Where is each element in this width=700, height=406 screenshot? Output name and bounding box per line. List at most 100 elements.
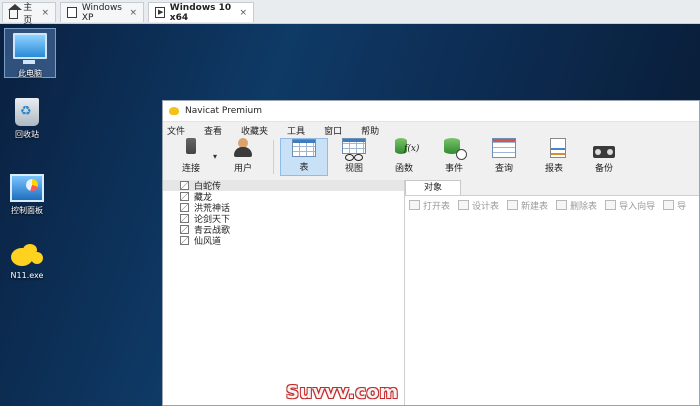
view-button[interactable]: 视图 [330,138,378,176]
recycle-bin-icon [15,98,39,126]
query-button[interactable]: 查询 [480,138,528,176]
desktop-icon-this-pc[interactable]: 此电脑 [4,28,56,78]
window-content: 白蛇传 藏龙 洪荒神话 论剑天下 青云战歌 仙风道 对象 打开表 设计表 新建表… [163,180,699,405]
import-wizard-button[interactable]: 导入向导 [605,199,655,212]
connection-icon [180,203,189,212]
export-wizard-label: 导 [677,201,687,212]
menu-file[interactable]: 文件 [163,124,192,137]
tab-home[interactable]: 主页 × [2,2,56,26]
connection-icon [180,192,189,201]
this-pc-icon [13,33,47,64]
table-icon [292,139,317,157]
connect-label: 连接 [181,164,200,174]
export-wizard-icon [663,200,675,210]
connection-icon [180,181,189,190]
menu-window[interactable]: 窗口 [320,124,349,137]
menu-favorites[interactable]: 收藏夹 [237,124,275,137]
open-table-button[interactable]: 打开表 [409,199,450,212]
report-button[interactable]: 报表 [530,138,578,176]
open-table-label: 打开表 [423,201,451,212]
desktop-icon-label: N11.exe [10,271,44,280]
tab-home-label: 主页 [23,2,33,26]
desktop-icon-control-panel[interactable]: 控制面板 [2,174,52,216]
user-label: 用户 [234,164,253,174]
function-button[interactable]: f(x) 函数 [380,138,428,176]
menu-view[interactable]: 查看 [200,124,229,137]
object-tabstrip: 对象 [405,180,699,196]
menu-bar: 文件 查看 收藏夹 工具 窗口 帮助 [163,122,699,138]
table-label: 表 [299,163,309,173]
window-title: Navicat Premium [185,106,262,116]
design-table-button[interactable]: 设计表 [458,199,499,212]
backup-button[interactable]: 备份 [580,138,628,176]
tab-windows-xp-label: Windows XP [81,2,122,23]
plug-icon [186,138,196,154]
desktop-icon-label: 此电脑 [18,69,42,78]
main-toolbar: 连接 ▾ 用户 表 视图 f(x) 函数 事件 查询 报表 备份 [163,138,699,181]
user-button[interactable]: 用户 [219,138,267,176]
function-label: 函数 [395,164,414,174]
object-toolbar: 打开表 设计表 新建表 删除表 导入向导 导 [405,196,699,214]
desktop-icon-label: 控制面板 [11,206,43,215]
event-icon [443,138,468,160]
menu-tools[interactable]: 工具 [283,124,312,137]
n11-app-icon [9,240,45,268]
function-icon: f(x) [393,138,419,158]
event-label: 事件 [445,164,464,174]
connect-icon-wrap [180,138,202,158]
query-icon [492,138,517,158]
desktop-icon-n11[interactable]: N11.exe [2,240,52,280]
tree-item-connection[interactable]: 仙风道 [163,235,404,247]
desktop-icon-recycle-bin[interactable]: 回收站 [2,98,52,140]
desktop-icon-label: 回收站 [15,130,39,139]
backup-icon [593,146,616,158]
connection-icon [180,225,189,234]
delete-table-button[interactable]: 删除表 [556,199,597,212]
close-icon[interactable]: × [41,8,49,18]
site-watermark: Suvvv.com [286,382,399,403]
vm-running-icon [155,7,165,18]
new-table-icon [507,200,519,210]
report-icon [550,138,567,158]
design-table-icon [458,200,470,210]
new-table-button[interactable]: 新建表 [507,199,548,212]
open-table-icon [409,200,420,210]
vm-icon [67,7,77,18]
connect-button[interactable]: 连接 [171,138,211,176]
table-button[interactable]: 表 [280,138,329,176]
home-icon [7,4,23,19]
object-pane: 对象 打开表 设计表 新建表 删除表 导入向导 导 [405,180,699,405]
toolbar-divider [273,140,275,174]
view-label: 视图 [345,164,364,174]
user-icon [232,138,254,158]
report-label: 报表 [545,164,564,174]
design-table-label: 设计表 [472,201,500,212]
event-button[interactable]: 事件 [430,138,478,176]
export-wizard-button[interactable]: 导 [663,199,686,212]
connect-dropdown-arrow[interactable]: ▾ [213,152,217,161]
close-icon[interactable]: × [239,8,247,18]
connection-icon [180,236,189,245]
tab-windows-10-label: Windows 10 x64 [169,2,232,23]
import-wizard-icon [605,200,617,210]
vm-tab-bar: 主页 × Windows XP × Windows 10 x64 × [0,0,700,26]
import-wizard-label: 导入向导 [619,201,656,212]
connection-tree: 白蛇传 藏龙 洪荒神话 论剑天下 青云战歌 仙风道 [163,180,405,405]
tree-item-label: 仙风道 [194,237,222,247]
navicat-app-icon [169,107,179,115]
new-table-label: 新建表 [521,201,549,212]
backup-label: 备份 [595,164,614,174]
close-icon[interactable]: × [129,8,137,18]
view-icon [342,138,367,161]
tab-objects[interactable]: 对象 [405,180,461,195]
query-label: 查询 [495,164,514,174]
tab-windows-xp[interactable]: Windows XP × [60,2,144,23]
navicat-window: Navicat Premium 文件 查看 收藏夹 工具 窗口 帮助 连接 ▾ … [162,100,700,406]
menu-help[interactable]: 帮助 [357,124,386,137]
window-titlebar[interactable]: Navicat Premium [163,101,699,122]
delete-table-label: 删除表 [570,201,598,212]
control-panel-icon [10,174,44,202]
delete-table-icon [556,200,568,210]
tab-windows-10[interactable]: Windows 10 x64 × [148,2,254,23]
connection-icon [180,214,189,223]
